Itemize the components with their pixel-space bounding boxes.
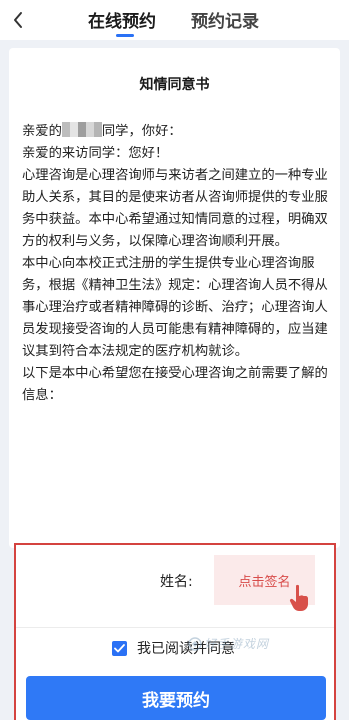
site-watermark: 好手游戏网 bbox=[188, 635, 269, 652]
consent-card: 知情同意书 亲爱的 同学，你好： 亲爱的来访同学：您好！ 心理咨询是心理咨询师与来… bbox=[9, 48, 340, 548]
tab-booking-records[interactable]: 预约记录 bbox=[191, 7, 259, 32]
greeting-prefix: 亲爱的 bbox=[22, 124, 62, 139]
name-label: 姓名: bbox=[160, 574, 193, 590]
redacted-name bbox=[61, 122, 102, 137]
consent-title: 知情同意书 bbox=[139, 77, 210, 93]
greeting-line: 亲爱的 同学，你好： bbox=[22, 121, 330, 143]
checkmark-icon bbox=[114, 643, 125, 652]
greeting-suffix: 同学，你好： bbox=[101, 124, 182, 139]
chevron-left-icon bbox=[14, 12, 22, 28]
top-nav-bar: 在线预约 预约记录 bbox=[0, 0, 349, 40]
divider bbox=[16, 627, 334, 628]
active-tab-indicator bbox=[116, 34, 134, 37]
book-now-button[interactable]: 我要预约 bbox=[26, 676, 326, 720]
watermark-logo-icon bbox=[188, 636, 202, 651]
consent-paragraph: 以下是本中心希望您在接受心理咨询之前需要了解的信息： bbox=[22, 366, 328, 403]
consent-paragraph: 亲爱的来访同学：您好！ bbox=[22, 146, 169, 161]
agree-checkbox[interactable] bbox=[112, 640, 127, 656]
back-button[interactable] bbox=[6, 6, 30, 34]
consent-paragraph: 本中心向本校正式注册的学生提供专业心理咨询服务，根据《精神卫生法》规定：心理咨询… bbox=[22, 256, 328, 359]
signature-panel: 姓名: 点击签名 我已阅读并同意 好手游戏网 我要预约 bbox=[14, 543, 336, 720]
tab-online-booking[interactable]: 在线预约 bbox=[88, 7, 156, 32]
consent-paragraph: 心理咨询是心理咨询师与来访者之间建立的一种专业助人关系，其目的是使来访者从咨询师… bbox=[22, 168, 328, 249]
hand-pointer-icon bbox=[289, 584, 308, 611]
watermark-text: 好手游戏网 bbox=[204, 637, 270, 651]
consent-body: 亲爱的 同学，你好： 亲爱的来访同学：您好！ 心理咨询是心理咨询师与来访者之间建立… bbox=[22, 121, 330, 407]
